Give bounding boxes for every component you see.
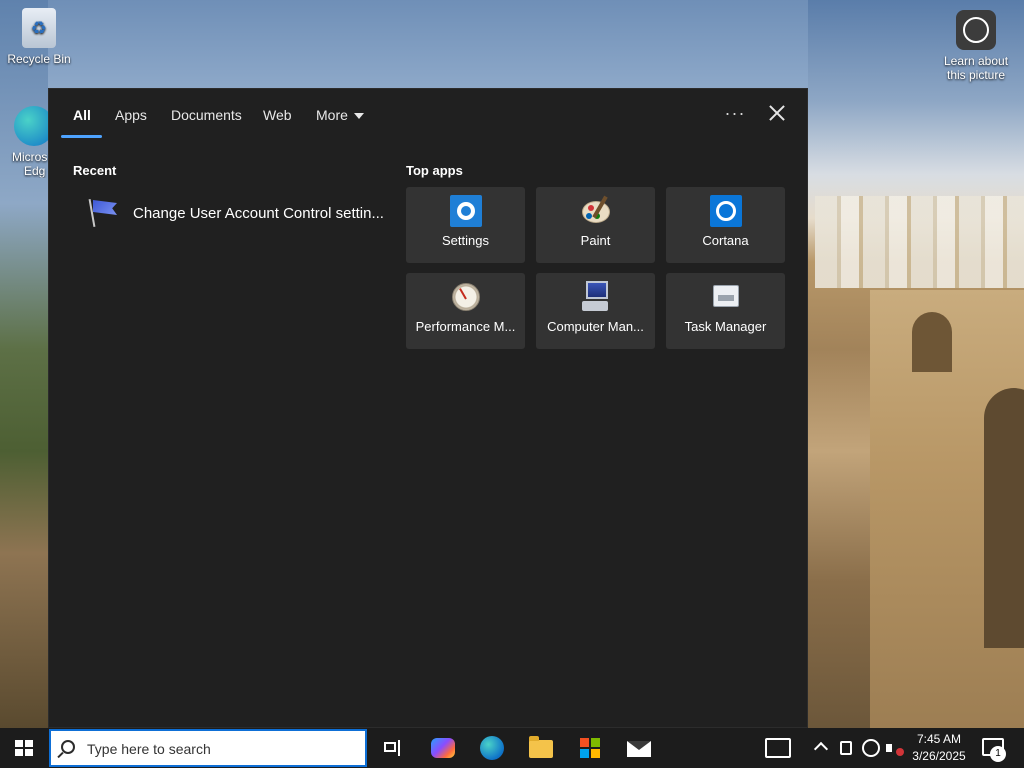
start-button[interactable] <box>0 728 48 768</box>
app-tile-settings[interactable]: Settings <box>406 187 525 263</box>
app-tile-label: Paint <box>580 233 611 248</box>
wallpaper-arch-large <box>984 388 1024 648</box>
show-hidden-icons-chevron-icon[interactable] <box>814 740 826 752</box>
app-tile-computer-management[interactable]: Computer Man... <box>536 273 655 349</box>
search-panel: All Apps Documents Web More ··· Recent C… <box>48 88 808 728</box>
search-input[interactable] <box>87 738 357 760</box>
paint-palette-icon <box>580 195 612 227</box>
recent-heading: Recent <box>73 163 117 178</box>
active-tab-indicator <box>61 135 102 138</box>
network-icon[interactable] <box>862 739 880 757</box>
desktop-icon-edge[interactable]: Micros Edg <box>0 106 48 178</box>
desktop-icon-label: Recycle Bin <box>7 52 71 66</box>
search-icon <box>61 740 75 754</box>
uac-flag-icon <box>85 195 121 231</box>
top-apps-grid: Settings Paint Cortana Performance M... … <box>406 187 786 349</box>
app-tile-label: Settings <box>442 233 489 248</box>
desktop-icon-recycle-bin[interactable]: ♻ Recycle Bin <box>0 8 78 66</box>
computer-management-icon <box>580 281 612 313</box>
app-tile-label: Computer Man... <box>547 319 644 334</box>
clock[interactable]: 7:45 AM 3/26/2025 <box>906 731 972 765</box>
tab-web[interactable]: Web <box>263 107 292 123</box>
app-tile-label: Performance M... <box>415 319 516 334</box>
edge-icon[interactable] <box>478 734 506 762</box>
app-tile-label: Cortana <box>702 233 749 248</box>
settings-gear-icon <box>449 195 482 227</box>
store-icon[interactable] <box>576 734 604 762</box>
copilot-icon[interactable] <box>429 734 457 762</box>
tab-apps[interactable]: Apps <box>115 107 147 123</box>
wallpaper-buildings <box>815 196 1024 288</box>
mail-icon[interactable] <box>625 734 653 762</box>
wallpaper-arch <box>912 312 952 372</box>
top-apps-heading: Top apps <box>406 163 463 178</box>
task-manager-icon <box>710 281 742 313</box>
camera-icon <box>956 10 996 50</box>
more-options-button[interactable]: ··· <box>723 103 747 127</box>
app-tile-label: Task Manager <box>684 319 767 334</box>
tab-more-label: More <box>316 107 348 123</box>
desktop-icon-label: Learn about <box>943 54 1009 68</box>
edge-icon <box>14 106 48 146</box>
recent-item[interactable]: Change User Account Control settin... <box>85 195 385 231</box>
tab-documents[interactable]: Documents <box>171 107 242 123</box>
clock-time: 7:45 AM <box>916 732 962 746</box>
search-tabs: All Apps Documents Web More <box>49 89 809 139</box>
news-widget-icon[interactable] <box>765 738 791 758</box>
notification-count-badge: 1 <box>990 746 1006 762</box>
clock-date: 3/26/2025 <box>912 749 966 763</box>
file-explorer-icon[interactable] <box>527 734 555 762</box>
app-tile-cortana[interactable]: Cortana <box>666 187 785 263</box>
app-tile-paint[interactable]: Paint <box>536 187 655 263</box>
taskbar: 7:45 AM 3/26/2025 1 <box>0 728 1024 768</box>
cortana-ring-icon <box>709 195 742 227</box>
performance-monitor-icon <box>450 281 482 313</box>
desktop-icon-label: this picture <box>946 68 1006 82</box>
close-button[interactable] <box>765 101 789 125</box>
tab-more[interactable]: More <box>316 107 364 123</box>
task-view-icon[interactable] <box>378 734 406 762</box>
recent-item-label: Change User Account Control settin... <box>133 204 384 222</box>
app-tile-task-manager[interactable]: Task Manager <box>666 273 785 349</box>
desktop-icon-label: Micros Edg <box>12 150 48 178</box>
windows-logo-icon <box>15 740 33 756</box>
tab-all[interactable]: All <box>73 107 91 123</box>
recycle-bin-icon: ♻ <box>22 8 56 48</box>
app-tile-performance-monitor[interactable]: Performance M... <box>406 273 525 349</box>
meet-now-icon[interactable] <box>840 741 852 755</box>
volume-muted-icon[interactable] <box>886 740 904 756</box>
desktop-icon-learn-about-picture[interactable]: Learn about this picture <box>936 10 1016 82</box>
taskbar-search-box[interactable] <box>49 729 367 767</box>
chevron-down-icon <box>353 113 364 120</box>
